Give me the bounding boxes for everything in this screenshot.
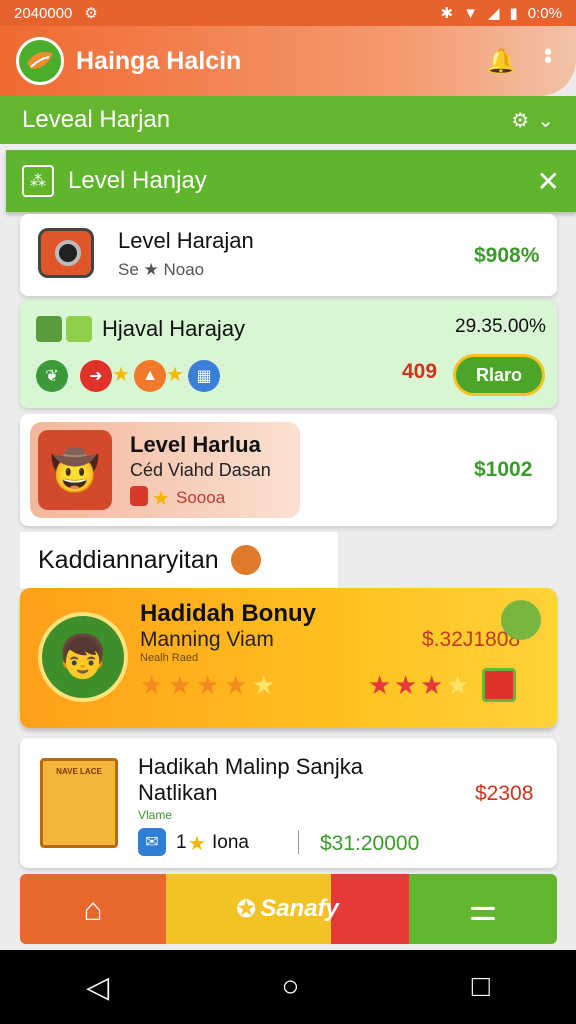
buy-button[interactable]: Rlaro (453, 354, 545, 396)
battery-icon: ▮ (509, 5, 518, 22)
grid-pattern-icon: ⁂ (22, 165, 54, 197)
bell-icon[interactable]: 🔔 (486, 47, 516, 76)
item-value: 29.35.00% (455, 316, 546, 337)
bonus-title: Hadidah Bonuy (140, 600, 317, 627)
item-tag: Vlame (138, 808, 173, 822)
signal-icon: ◢ (487, 5, 500, 22)
item-title: Hjaval Harajay (102, 316, 246, 341)
status-bar: 2040000 ⚙ ✱ ▼ ◢ ▮ 0:0% (0, 0, 576, 26)
leaf-icon: ❦ (36, 360, 68, 392)
book-icon: NAVE LACE (40, 758, 118, 848)
star-icon: ★ (166, 364, 184, 386)
more-menu-icon[interactable]: • • (544, 41, 552, 71)
app-logo-icon[interactable] (16, 37, 64, 85)
item-title: Level Harajan (118, 228, 254, 253)
star-icon: ★ (420, 670, 444, 700)
leaf-logo-icon (27, 52, 53, 69)
status-time: 2040000 (14, 4, 73, 22)
level-banner[interactable]: ⁂ Level Hanjay ✕ (6, 150, 576, 212)
book-label: NAVE LACE (56, 767, 102, 776)
level-bar: Leveal Harjan ⚙ ⌄ (0, 96, 576, 144)
tag-chip-icon (66, 316, 92, 342)
mountain-icon: ▲ (134, 360, 166, 392)
item-price: $908% (474, 244, 540, 267)
gift-box-icon (482, 668, 516, 702)
item-count: 409 (402, 360, 438, 383)
back-icon[interactable]: ◁ (86, 970, 109, 1005)
list-item[interactable]: 🤠 Level Harlua Céd Viahd Dasan ★ Soooa $… (20, 414, 557, 526)
chevron-down-icon[interactable]: ⌄ (537, 108, 554, 133)
star-icon: ★ (112, 364, 130, 386)
nav-center[interactable]: ✪ Sanafy (166, 874, 409, 944)
gear-icon[interactable]: ⚙ (511, 108, 529, 133)
star-icon: ★ (252, 670, 276, 700)
badge-icon: ✪ (236, 895, 257, 923)
settings-status-icon: ⚙ (84, 5, 98, 22)
gift-small-icon (130, 486, 148, 506)
system-nav-bar: ◁ ○ □ (0, 950, 576, 1024)
item-price: $1002 (474, 458, 533, 481)
recents-icon[interactable]: □ (472, 970, 490, 1004)
star-icon: ★ (196, 670, 220, 700)
bonus-small-text: Nealh Raed (140, 652, 199, 664)
item-subtitle: Se ★ Noao (118, 260, 205, 279)
item-code: Soooa (176, 488, 226, 507)
list-item[interactable]: Hjaval Harajay 29.35.00% ❦ ➜ ★ ▲ ★ ▦ 409… (20, 300, 557, 408)
item-title: Level Harlua (130, 432, 261, 457)
app-title: Hainga Halcin (76, 46, 242, 75)
item-title: Hadikah Malinp Sanjka (138, 754, 364, 779)
list-item[interactable]: Level Harajan Se ★ Noao $908% (20, 214, 557, 296)
image-chip-icon (36, 316, 62, 342)
item-count: 1 (176, 832, 187, 853)
level-bar-label: Leveal Harjan (22, 106, 171, 133)
gift-badge-icon[interactable] (501, 600, 541, 640)
face-icon (230, 545, 261, 575)
star-icon: ★ (394, 670, 418, 700)
close-icon[interactable]: ✕ (537, 165, 560, 198)
bonus-subtitle: Manning Viam (140, 628, 274, 651)
star-icon: ★ (188, 833, 206, 855)
star-icon: ★ (152, 488, 170, 510)
arrow-right-icon: ➜ (80, 360, 112, 392)
section-header: Kaddiannaryitan (20, 532, 338, 588)
item-subtitle: Céd Viahd Dasan (130, 460, 271, 480)
battery-level: 0:0% (527, 4, 562, 22)
item-price-secondary: $31:20000 (320, 832, 420, 855)
star-icon: ★ (446, 670, 470, 700)
bonus-card[interactable]: 👦 Hadidah Bonuy Manning Viam Nealh Raed … (20, 588, 557, 728)
star-icon: ★ (368, 670, 392, 700)
cowboy-avatar-icon: 🤠 (38, 430, 112, 510)
nav-center-label: Sanafy (260, 895, 339, 922)
divider (298, 830, 299, 854)
home-circle-icon[interactable]: ○ (281, 970, 299, 1004)
promo-card[interactable]: 🤠 Level Harlua Céd Viahd Dasan ★ Soooa (30, 422, 300, 518)
star-icon: ★ (224, 670, 248, 700)
nav-settings[interactable]: ⚌ (409, 874, 557, 944)
camera-icon (38, 228, 94, 278)
star-icon: ★ (140, 670, 164, 700)
nav-home[interactable]: ⌂ (20, 874, 166, 944)
home-icon: ⌂ (83, 890, 103, 927)
child-avatar-icon: 👦 (38, 612, 128, 702)
section-title: Kaddiannaryitan (38, 545, 219, 574)
star-icon: ★ (168, 670, 192, 700)
sliders-icon: ⚌ (468, 891, 498, 927)
item-price: $2308 (475, 782, 534, 805)
item-subtitle: Natlikan (138, 780, 218, 805)
list-item[interactable]: NAVE LACE Hadikah Malinp Sanjka Natlikan… (20, 738, 557, 868)
bottom-nav: ⌂ ✪ Sanafy ⚌ (20, 874, 557, 944)
calendar-icon: ▦ (188, 360, 220, 392)
item-count-label: Iona (212, 832, 249, 853)
banner-label: Level Hanjay (68, 167, 207, 194)
rating-badge-icon: ✉ (138, 828, 166, 856)
bluetooth-icon: ✱ (440, 5, 454, 22)
app-bar: Hainga Halcin 🔔 • • (0, 26, 576, 96)
wifi-icon: ▼ (463, 4, 478, 22)
